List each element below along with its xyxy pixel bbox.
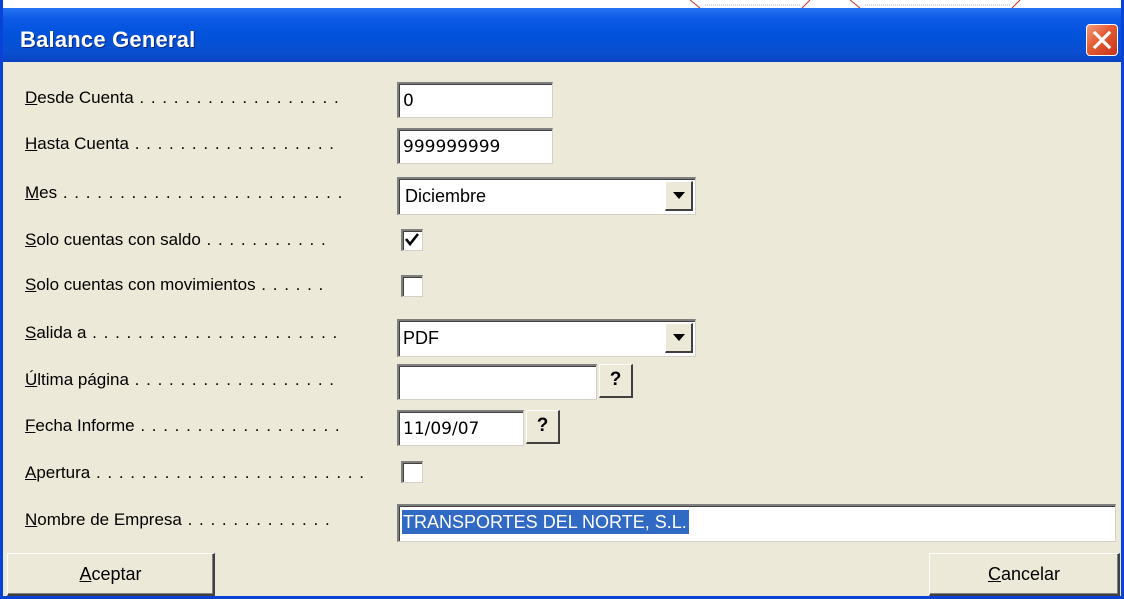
apertura-checkbox[interactable] xyxy=(401,461,423,483)
ultima-pagina-label: Última página . . . . . . . . . . . . . … xyxy=(25,370,335,389)
desde-cuenta-input[interactable]: 0 xyxy=(397,82,553,118)
ultima-pagina-help-button[interactable]: ? xyxy=(599,364,633,398)
hasta-cuenta-label: Hasta Cuenta . . . . . . . . . . . . . .… xyxy=(25,134,336,153)
balance-general-dialog: Balance General Desde Cuenta . . . . . .… xyxy=(0,0,1124,599)
fecha-informe-input[interactable]: 11/09/07 xyxy=(397,410,524,446)
mes-dropdown[interactable]: Diciembre xyxy=(397,177,696,215)
fecha-informe-label: Fecha Informe . . . . . . . . . . . . . … xyxy=(25,416,341,435)
close-icon xyxy=(1092,30,1112,50)
title-bar[interactable]: Balance General xyxy=(3,0,1121,62)
checkmark-icon xyxy=(404,233,420,247)
background-outline-decoration xyxy=(689,0,1021,8)
solo-saldo-label: Solo cuentas con saldo . . . . . . . . .… xyxy=(25,230,327,249)
solo-movimientos-checkbox[interactable] xyxy=(401,275,423,297)
solo-saldo-checkbox[interactable] xyxy=(401,229,423,251)
salida-selected-value: PDF xyxy=(403,328,439,348)
apertura-label: Apertura . . . . . . . . . . . . . . . .… xyxy=(25,463,365,482)
close-button[interactable] xyxy=(1086,24,1118,56)
cancelar-button[interactable]: Cancelar xyxy=(929,553,1120,596)
desde-cuenta-label: Desde Cuenta . . . . . . . . . . . . . .… xyxy=(25,88,340,107)
solo-movimientos-label: Solo cuentas con movimientos . . . . . . xyxy=(25,275,325,294)
salida-dropdown[interactable]: PDF xyxy=(397,319,696,357)
nombre-empresa-label: Nombre de Empresa . . . . . . . . . . . … xyxy=(25,510,331,529)
chevron-down-icon xyxy=(672,191,685,199)
mes-dropdown-arrow[interactable] xyxy=(665,181,693,211)
chevron-down-icon xyxy=(672,333,685,341)
mes-label: Mes . . . . . . . . . . . . . . . . . . … xyxy=(25,183,344,202)
nombre-empresa-selected-text: TRANSPORTES DEL NORTE, S.L. xyxy=(402,510,689,534)
nombre-empresa-input[interactable]: TRANSPORTES DEL NORTE, S.L. xyxy=(397,504,1116,542)
window-title: Balance General xyxy=(20,27,196,52)
ultima-pagina-input[interactable] xyxy=(397,364,597,400)
salida-dropdown-arrow[interactable] xyxy=(665,323,693,353)
aceptar-button[interactable]: Aceptar xyxy=(7,553,215,596)
fecha-informe-help-button[interactable]: ? xyxy=(526,410,560,444)
mes-selected-value: Diciembre xyxy=(405,186,487,206)
salida-label: Salida a . . . . . . . . . . . . . . . .… xyxy=(25,323,339,342)
hasta-cuenta-input[interactable]: 999999999 xyxy=(397,128,553,164)
